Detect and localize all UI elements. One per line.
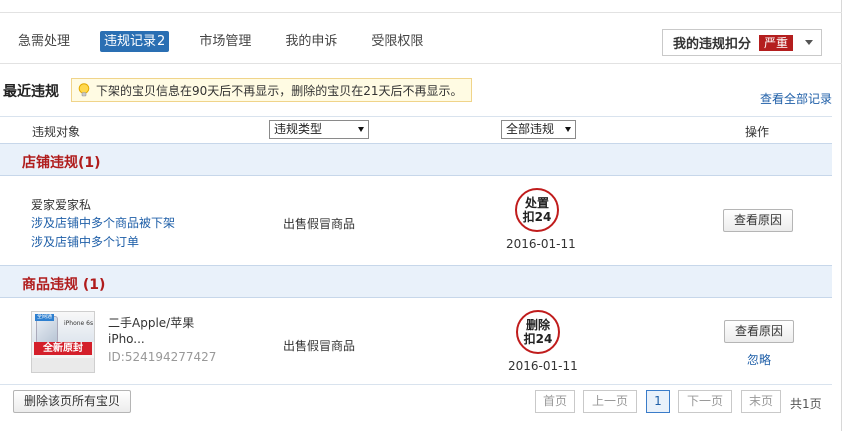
affected-orders-link[interactable]: 涉及店铺中多个订单 — [31, 233, 139, 250]
header-divider — [0, 63, 842, 64]
penalty-stamp: 删除 扣24 — [516, 310, 560, 354]
table-header: 违规对象 违规类型 全部违规 操作 — [0, 116, 832, 143]
violation-date: 2016-01-11 — [508, 359, 578, 373]
chevron-down-icon — [565, 127, 571, 132]
deduction-label: 我的违规扣分 — [673, 37, 752, 52]
store-violation-group-header: 店铺违规(1) — [0, 143, 832, 176]
penalty-points: 扣24 — [522, 210, 552, 224]
info-tip: 下架的宝贝信息在90天后不再显示，删除的宝贝在21天后不再显示。 — [71, 78, 472, 102]
product-name[interactable]: 二手Apple/苹果 — [108, 314, 194, 331]
chevron-down-icon — [805, 40, 814, 45]
penalty-action: 处置 — [524, 196, 549, 210]
pagination-prev[interactable]: 上一页 — [583, 390, 637, 413]
product-name-continued[interactable]: iPho... — [108, 332, 145, 346]
group-title: 商品违规 (1) — [22, 277, 106, 293]
pagination-total: 共1页 — [790, 397, 822, 411]
pagination-first[interactable]: 首页 — [535, 390, 575, 413]
lightbulb-icon — [78, 83, 90, 97]
tab-violation-records-label: 违规记录 — [104, 33, 157, 49]
penalty-stamp: 处置 扣24 — [515, 188, 559, 232]
table-footer: 删除该页所有宝贝 首页 上一页 1 下一页 末页 共1页 — [0, 385, 832, 431]
chevron-down-icon — [358, 127, 364, 132]
pagination-next[interactable]: 下一页 — [678, 390, 732, 413]
tab-urgent[interactable]: 急需处理 — [14, 31, 74, 52]
tab-market-management[interactable]: 市场管理 — [195, 31, 255, 52]
thumb-model: iPhone 6s — [64, 320, 94, 327]
violation-reason: 出售假冒商品 — [283, 217, 356, 231]
table-row: 爱家爱家私 涉及店铺中多个商品被下架 涉及店铺中多个订单 出售假冒商品 处置 扣… — [0, 176, 832, 265]
tab-violation-records-count: 2 — [157, 33, 166, 49]
section-title: 最近违规 — [3, 84, 59, 100]
violation-scope-select[interactable]: 全部违规 — [501, 120, 576, 139]
tab-my-appeals[interactable]: 我的申诉 — [281, 31, 341, 52]
violation-type-select[interactable]: 违规类型 — [269, 120, 369, 139]
violation-reason: 出售假冒商品 — [283, 339, 356, 353]
view-reason-button[interactable]: 查看原因 — [724, 320, 794, 343]
tab-bar: 急需处理 违规记录2 市场管理 我的申诉 受限权限 — [14, 30, 453, 52]
view-all-records-link[interactable]: 查看全部记录 — [760, 90, 832, 107]
store-name: 爱家爱家私 — [31, 198, 92, 212]
tab-restricted-permissions[interactable]: 受限权限 — [367, 31, 427, 52]
group-title: 店铺违规(1) — [22, 155, 101, 171]
violation-type-value: 违规类型 — [274, 122, 323, 136]
top-divider — [0, 12, 842, 13]
column-header-operation: 操作 — [745, 125, 770, 139]
my-deduction-dropdown[interactable]: 我的违规扣分 严重 — [662, 29, 822, 56]
thumb-tag: 全网通 — [35, 314, 55, 321]
pagination-current-page[interactable]: 1 — [646, 390, 670, 413]
violation-date: 2016-01-11 — [506, 237, 576, 251]
thumb-banner: 全新原封 — [34, 342, 92, 355]
table-row: 全网通 iPhone 6s 全新原封 二手Apple/苹果 iPho... ID… — [0, 298, 832, 385]
column-header-object: 违规对象 — [32, 125, 81, 139]
product-thumbnail[interactable]: 全网通 iPhone 6s 全新原封 — [31, 311, 95, 373]
delete-all-items-button[interactable]: 删除该页所有宝贝 — [13, 390, 131, 413]
severity-badge: 严重 — [759, 34, 794, 51]
product-violation-group-header: 商品违规 (1) — [0, 265, 832, 298]
tip-text: 下架的宝贝信息在90天后不再显示，删除的宝贝在21天后不再显示。 — [96, 83, 463, 98]
product-id: ID:524194277427 — [108, 350, 217, 364]
view-reason-button[interactable]: 查看原因 — [723, 209, 793, 232]
affected-products-link[interactable]: 涉及店铺中多个商品被下架 — [31, 214, 175, 231]
tab-violation-records[interactable]: 违规记录2 — [100, 30, 170, 52]
ignore-link[interactable]: 忽略 — [747, 351, 771, 368]
penalty-points: 扣24 — [523, 332, 553, 346]
penalty-action: 删除 — [525, 318, 550, 332]
pagination-last[interactable]: 末页 — [741, 390, 781, 413]
thumb-footer — [32, 358, 94, 372]
violation-scope-value: 全部违规 — [506, 122, 555, 136]
